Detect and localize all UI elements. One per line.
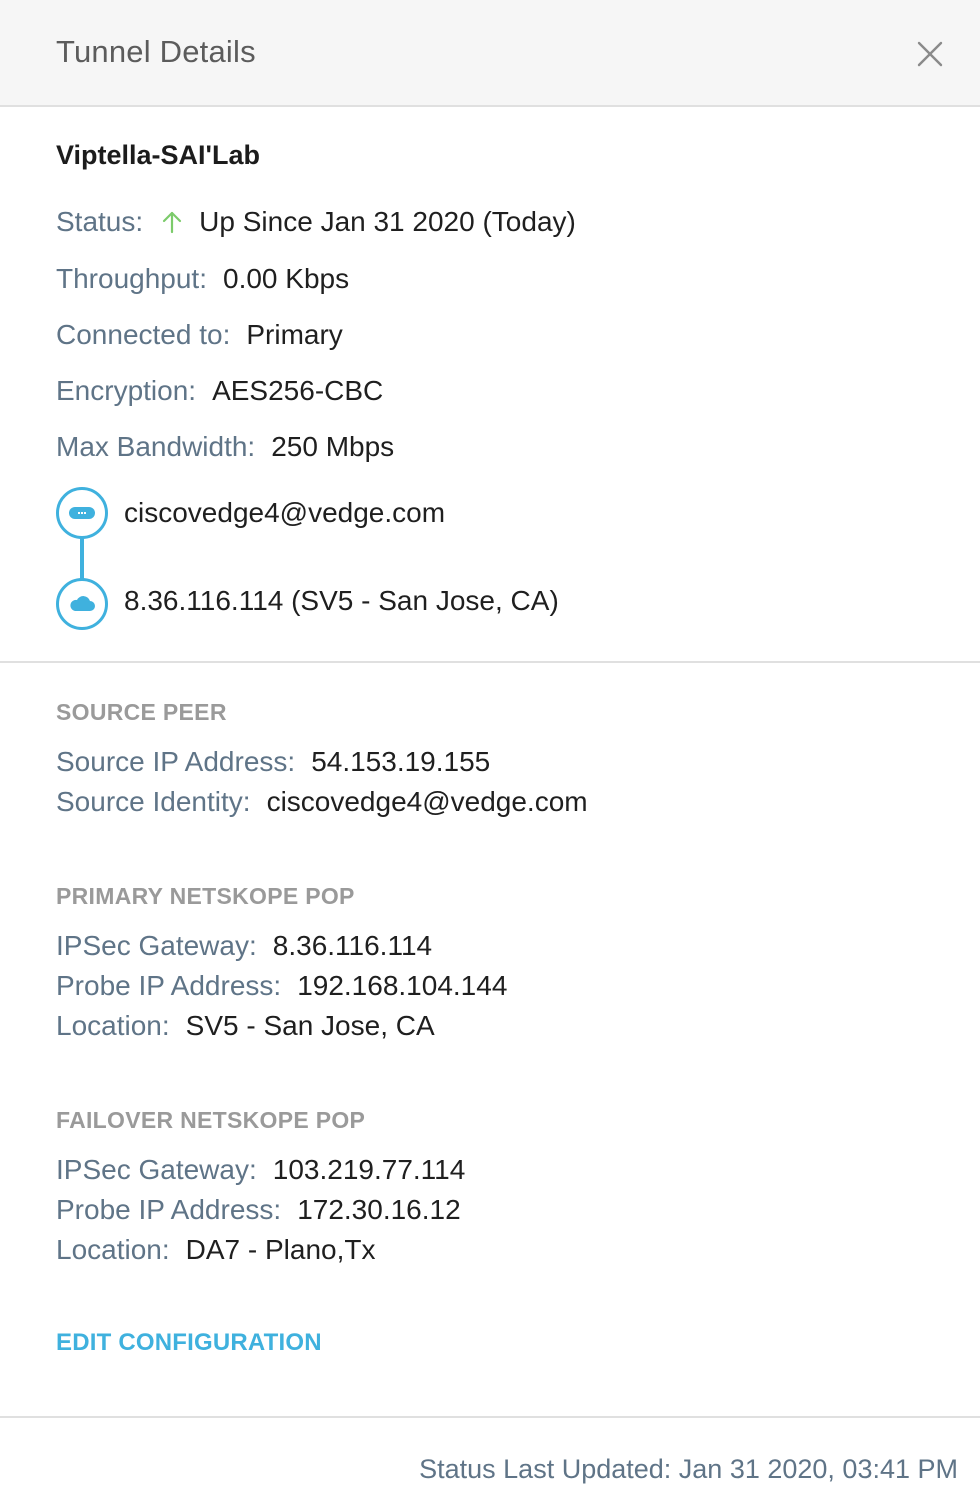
source-ip-label: Source IP Address:: [56, 746, 296, 777]
status-row: Status: Up Since Jan 31 2020 (Today): [56, 206, 576, 238]
connected-label: Connected to:: [56, 319, 231, 350]
bandwidth-value: 250 Mbps: [271, 431, 395, 462]
path-connector: [80, 538, 84, 580]
server-icon: [69, 507, 95, 519]
failover-location-value: DA7 - Plano,Tx: [185, 1234, 376, 1265]
source-identity-label: Source Identity:: [56, 786, 251, 817]
primary-probe-row: Probe IP Address: 192.168.104.144: [56, 970, 507, 1002]
section-divider: [0, 661, 980, 663]
bandwidth-label: Max Bandwidth:: [56, 431, 256, 462]
failover-gateway-value: 103.219.77.114: [272, 1154, 466, 1185]
encryption-row: Encryption: AES256-CBC: [56, 375, 383, 407]
panel-header: Tunnel Details: [0, 0, 980, 107]
connected-row: Connected to: Primary: [56, 319, 343, 351]
encryption-value: AES256-CBC: [212, 375, 384, 406]
failover-location-row: Location: DA7 - Plano,Tx: [56, 1234, 376, 1266]
primary-probe-value: 192.168.104.144: [297, 970, 508, 1001]
primary-location-label: Location:: [56, 1010, 170, 1041]
source-identity-value: ciscovedge4@vedge.com: [266, 786, 588, 817]
primary-pop-heading: PRIMARY NETSKOPE POP: [56, 883, 355, 909]
source-ip-value: 54.153.19.155: [311, 746, 491, 777]
status-value: Up Since Jan 31 2020 (Today): [199, 206, 576, 237]
edit-configuration-link[interactable]: EDIT CONFIGURATION: [56, 1329, 322, 1357]
tunnel-name: Viptella-SAI'Lab: [56, 140, 260, 170]
cloud-icon: [70, 596, 95, 611]
throughput-label: Throughput:: [56, 263, 207, 294]
primary-gateway-row: IPSec Gateway: 8.36.116.114: [56, 930, 432, 962]
primary-gateway-value: 8.36.116.114: [272, 930, 433, 961]
source-identity-row: Source Identity: ciscovedge4@vedge.com: [56, 786, 588, 818]
source-peer-heading: SOURCE PEER: [56, 699, 227, 725]
footer-divider: [0, 1416, 980, 1418]
primary-probe-label: Probe IP Address:: [56, 970, 282, 1001]
failover-probe-label: Probe IP Address:: [56, 1194, 282, 1225]
failover-gateway-label: IPSec Gateway:: [56, 1154, 257, 1185]
status-label: Status:: [56, 206, 144, 237]
bandwidth-row: Max Bandwidth: 250 Mbps: [56, 431, 394, 463]
encryption-label: Encryption:: [56, 375, 197, 406]
primary-gateway-label: IPSec Gateway:: [56, 930, 257, 961]
close-button[interactable]: [906, 30, 954, 78]
throughput-value: 0.00 Kbps: [223, 263, 350, 294]
connected-value: Primary: [246, 319, 343, 350]
close-icon: [917, 41, 943, 67]
failover-location-label: Location:: [56, 1234, 170, 1265]
destination-node: [56, 578, 108, 630]
primary-location-value: SV5 - San Jose, CA: [185, 1010, 435, 1041]
status-last-updated: Status Last Updated: Jan 31 2020, 03:41 …: [419, 1454, 958, 1484]
panel-title: Tunnel Details: [56, 34, 256, 69]
source-node: [56, 487, 108, 539]
source-ip-row: Source IP Address: 54.153.19.155: [56, 746, 490, 778]
failover-probe-value: 172.30.16.12: [297, 1194, 461, 1225]
failover-gateway-row: IPSec Gateway: 103.219.77.114: [56, 1154, 465, 1186]
failover-probe-row: Probe IP Address: 172.30.16.12: [56, 1194, 461, 1226]
throughput-row: Throughput: 0.00 Kbps: [56, 263, 349, 295]
arrow-up-icon: [163, 211, 182, 234]
path-source: ciscovedge4@vedge.com: [124, 497, 446, 528]
failover-pop-heading: FAILOVER NETSKOPE POP: [56, 1107, 366, 1133]
tunnel-details-panel: Tunnel Details Viptella-SAI'Lab Status: …: [0, 0, 980, 1498]
path-destination: 8.36.116.114 (SV5 - San Jose, CA): [124, 585, 559, 616]
primary-location-row: Location: SV5 - San Jose, CA: [56, 1010, 435, 1042]
